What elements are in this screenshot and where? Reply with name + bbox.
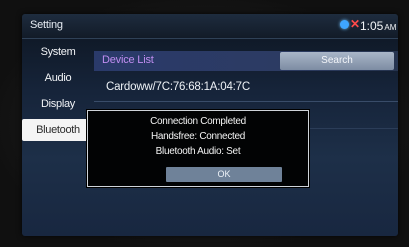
device-list-title: Device List (102, 54, 154, 66)
sidebar-item-label: Audio (44, 72, 72, 84)
dialog-message-line: Connection Completed (150, 116, 246, 127)
sidebar-item-display[interactable]: Display (22, 93, 94, 115)
ok-button[interactable]: OK (166, 167, 282, 182)
clock-ampm: AM (384, 23, 397, 32)
bluetooth-indicator-icon (340, 20, 349, 29)
search-button[interactable]: Search (280, 52, 394, 70)
clock-time: 1:05 (360, 19, 384, 33)
device-name: Cardoww/7C:76:68:1A:04:7C (106, 81, 250, 93)
head-unit-frame: Setting ✕ 1:05AM System Audio Display Bl… (0, 0, 409, 247)
disconnected-x-icon: ✕ (350, 17, 361, 31)
sidebar-item-audio[interactable]: Audio (22, 67, 94, 89)
list-item[interactable]: Cardoww/7C:76:68:1A:04:7C (94, 75, 398, 102)
page-title: Setting (30, 19, 63, 31)
sidebar-item-label: System (40, 46, 76, 58)
sidebar-item-bluetooth[interactable]: Bluetooth (22, 119, 94, 141)
dialog-message-line: Bluetooth Audio: Set (155, 146, 241, 157)
device-list-header: Device List Search (94, 51, 398, 71)
sidebar-item-label: Bluetooth (36, 124, 80, 136)
connection-dialog: Connection Completed Handsfree: Connecte… (87, 110, 309, 187)
top-bar: Setting ✕ 1:05AM (22, 14, 398, 39)
sidebar-item-label: Display (41, 98, 75, 110)
dialog-message-line: Handsfree: Connected (150, 131, 246, 142)
clock: 1:05AM (360, 19, 396, 33)
display-screen: Setting ✕ 1:05AM System Audio Display Bl… (22, 14, 398, 236)
sidebar-item-system[interactable]: System (22, 41, 94, 63)
